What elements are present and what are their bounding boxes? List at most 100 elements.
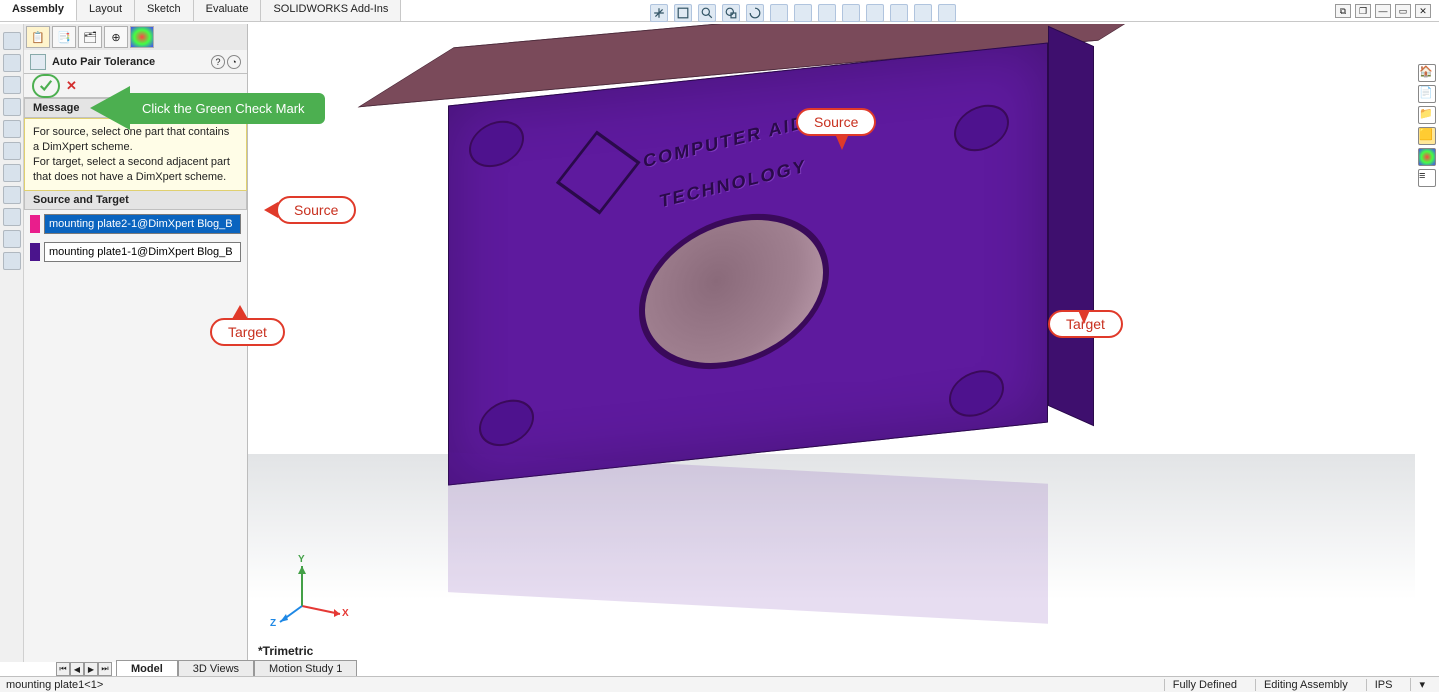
view-toolbar <box>650 4 956 22</box>
status-mode: Editing Assembly <box>1255 679 1356 691</box>
target-row <box>24 238 247 266</box>
orientation-triad[interactable]: X Y Z <box>272 556 352 636</box>
callout-source-panel: Source <box>264 196 356 224</box>
callout-target-panel: Target <box>210 318 285 346</box>
lstrip-icon-9[interactable] <box>3 208 21 226</box>
custom-props-icon[interactable]: ≡ <box>1418 169 1436 187</box>
ribbon-tab-assembly[interactable]: Assembly <box>0 0 77 21</box>
callout-pointer-icon <box>1078 310 1090 324</box>
cancel-button[interactable]: ✕ <box>66 78 77 94</box>
target-input[interactable] <box>44 242 241 262</box>
target-color-swatch <box>30 243 40 261</box>
callout-tail-icon <box>232 305 248 319</box>
library-icon[interactable]: 📁 <box>1418 106 1436 124</box>
triad-x-label: X <box>342 608 349 619</box>
view-orientation-label: *Trimetric <box>258 644 313 658</box>
lstrip-icon-1[interactable] <box>3 32 21 50</box>
lstrip-icon-4[interactable] <box>3 98 21 116</box>
right-task-strip: 🏠 📄 📁 🟨 ≡ <box>1415 60 1439 187</box>
status-menu-icon[interactable]: ▾ <box>1410 678 1433 691</box>
resources-icon[interactable]: 📄 <box>1418 85 1436 103</box>
ok-button[interactable] <box>32 74 60 98</box>
minimize-button[interactable]: — <box>1375 4 1391 18</box>
seek-last-icon[interactable]: ⏭ <box>98 662 112 676</box>
source-color-swatch <box>30 215 40 233</box>
tab-seek-controls: ⏮ ◀ ▶ ⏭ <box>56 662 112 676</box>
lstrip-icon-11[interactable] <box>3 252 21 270</box>
callout-source-model: Source <box>796 108 876 136</box>
render-icon[interactable] <box>938 4 956 22</box>
triad-icon[interactable] <box>650 4 668 22</box>
instruction-arrow: Click the Green Check Mark <box>90 86 325 130</box>
ribbon-tab-addins[interactable]: SOLIDWORKS Add-Ins <box>261 0 401 21</box>
panel-tab-pm-icon[interactable]: 📑 <box>52 26 76 48</box>
hide-show-icon[interactable] <box>842 4 860 22</box>
appearances-icon[interactable] <box>1418 148 1436 166</box>
logo-icon <box>556 130 641 214</box>
triad-y-label: Y <box>298 554 305 565</box>
view-palette-icon[interactable]: 🟨 <box>1418 127 1436 145</box>
ribbon-tab-sketch[interactable]: Sketch <box>135 0 194 21</box>
scene-icon[interactable] <box>890 4 908 22</box>
lstrip-icon-5[interactable] <box>3 120 21 138</box>
callout-source-model-label: Source <box>796 108 876 136</box>
instruction-text: Click the Green Check Mark <box>130 93 325 124</box>
status-bar: mounting plate1<1> Fully Defined Editing… <box>0 676 1439 692</box>
panel-tab-config-icon[interactable]: 🗂 <box>78 26 102 48</box>
panel-tab-display-icon[interactable] <box>130 26 154 48</box>
close-button[interactable]: ✕ <box>1415 4 1431 18</box>
pin-icon[interactable]: ◔ <box>227 55 241 69</box>
source-target-label: Source and Target <box>33 194 129 206</box>
pm-header: Auto Pair Tolerance ? ◔ <box>24 50 247 74</box>
home-icon[interactable]: 🏠 <box>1418 64 1436 82</box>
corner-hole-br[interactable] <box>949 365 1004 422</box>
pm-title: Auto Pair Tolerance <box>52 56 155 68</box>
arrow-head-icon <box>90 86 130 130</box>
lstrip-icon-8[interactable] <box>3 186 21 204</box>
lstrip-icon-6[interactable] <box>3 142 21 160</box>
section-icon[interactable] <box>770 4 788 22</box>
corner-hole-tr[interactable] <box>954 100 1009 157</box>
triad-z-label: Z <box>270 618 276 629</box>
model-right-face[interactable] <box>1048 26 1094 426</box>
model-front-face[interactable]: COMPUTER AIDED TECHNOLOGY <box>448 42 1048 485</box>
seek-prev-icon[interactable]: ◀ <box>70 662 84 676</box>
view-settings-icon[interactable] <box>914 4 932 22</box>
view-orientation-icon[interactable] <box>818 4 836 22</box>
rotate-icon[interactable] <box>746 4 764 22</box>
source-target-section-header[interactable]: Source and Target <box>24 191 247 210</box>
callout-target-model: Target <box>1048 310 1123 338</box>
corner-hole-bl[interactable] <box>479 395 534 452</box>
panel-tab-feature-icon[interactable]: 📋 <box>26 26 50 48</box>
window-controls: ⧉ ❐ — ▭ ✕ <box>1335 4 1431 18</box>
source-row <box>24 210 247 238</box>
corner-hole-tl[interactable] <box>469 116 524 173</box>
callout-source-panel-label: Source <box>276 196 356 224</box>
status-units[interactable]: IPS <box>1366 679 1401 691</box>
zoom-area-icon[interactable] <box>722 4 740 22</box>
doc-expand-icon[interactable]: ⧉ <box>1335 4 1351 18</box>
callout-target-panel-label: Target <box>210 318 285 346</box>
ribbon-tab-evaluate[interactable]: Evaluate <box>194 0 262 21</box>
status-constraint: Fully Defined <box>1164 679 1245 691</box>
help-icon[interactable]: ? <box>211 55 225 69</box>
lstrip-icon-7[interactable] <box>3 164 21 182</box>
callout-pointer-icon <box>836 136 848 150</box>
message-header-label: Message <box>33 102 79 114</box>
seek-next-icon[interactable]: ▶ <box>84 662 98 676</box>
left-command-strip <box>0 24 24 662</box>
seek-first-icon[interactable]: ⏮ <box>56 662 70 676</box>
lstrip-icon-2[interactable] <box>3 54 21 72</box>
doc-restore-icon[interactable]: ❐ <box>1355 4 1371 18</box>
lstrip-icon-10[interactable] <box>3 230 21 248</box>
status-selection: mounting plate1<1> <box>6 679 103 691</box>
display-style-icon[interactable] <box>794 4 812 22</box>
source-input[interactable] <box>44 214 241 234</box>
zoom-fit-icon[interactable] <box>674 4 692 22</box>
lstrip-icon-3[interactable] <box>3 76 21 94</box>
maximize-button[interactable]: ▭ <box>1395 4 1411 18</box>
zoom-icon[interactable] <box>698 4 716 22</box>
panel-tab-dimxpert-icon[interactable]: ⊕ <box>104 26 128 48</box>
appearance-icon[interactable] <box>866 4 884 22</box>
ribbon-tab-layout[interactable]: Layout <box>77 0 135 21</box>
